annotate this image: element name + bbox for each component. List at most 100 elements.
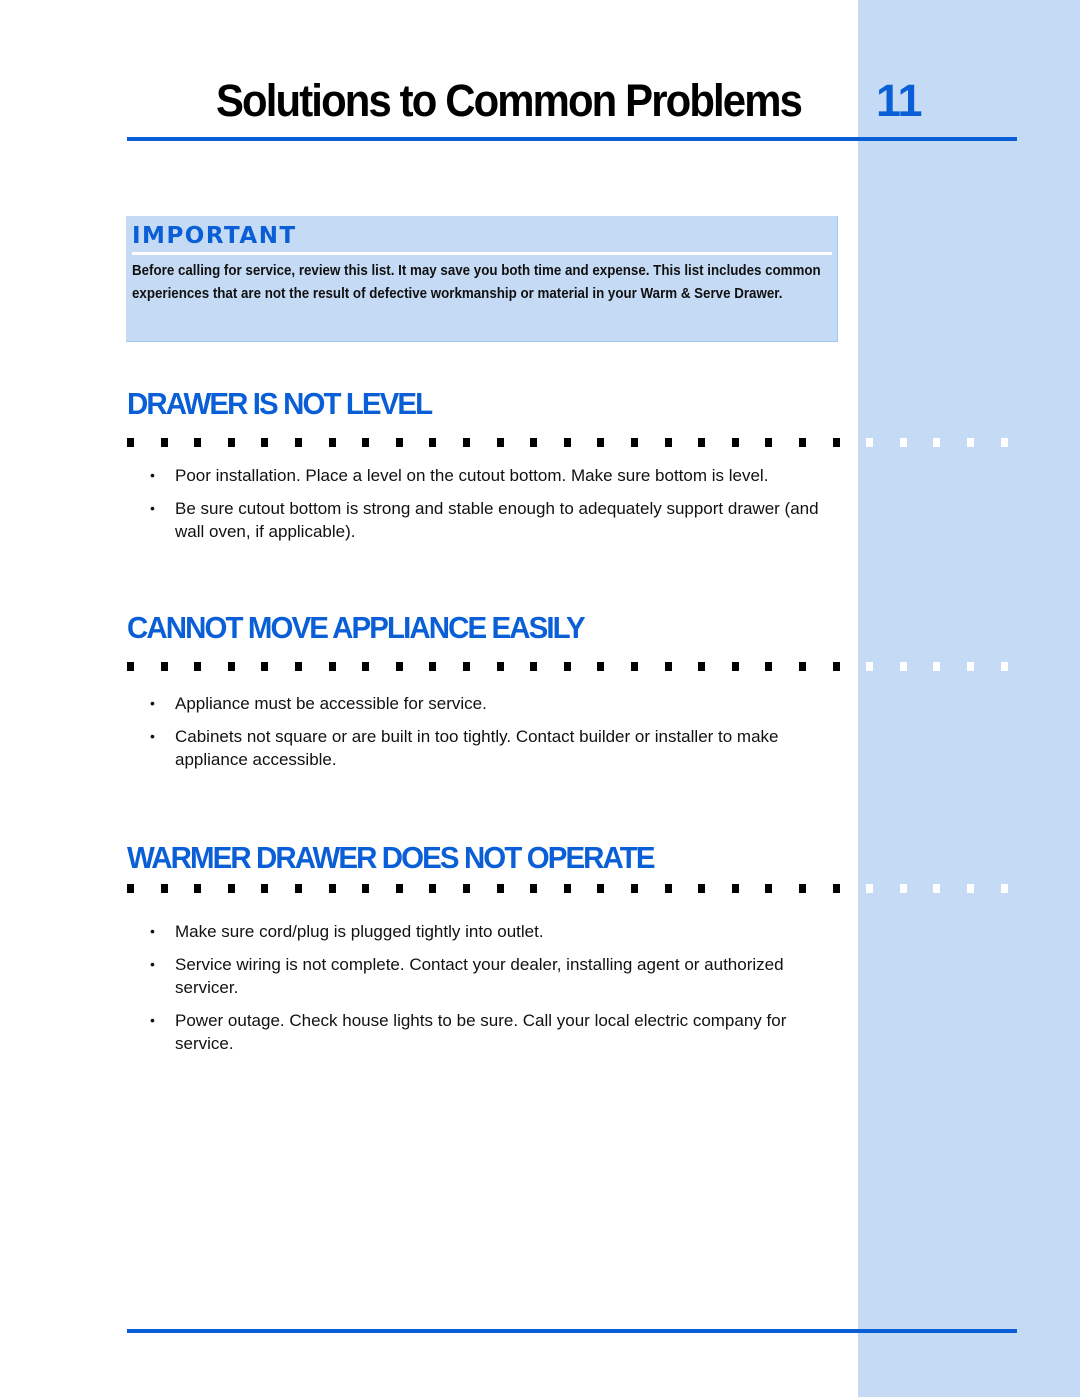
- divider-square: [698, 438, 706, 447]
- divider-square: [933, 884, 941, 893]
- divider-square: [227, 438, 235, 447]
- divider-square: [967, 438, 974, 447]
- dot-divider: [127, 662, 1027, 674]
- divider-square: [261, 884, 269, 893]
- divider-square: [933, 438, 941, 447]
- divider-square: [698, 662, 706, 671]
- bullet-icon: •: [150, 500, 155, 516]
- divider-square: [698, 884, 706, 893]
- divider-square: [295, 438, 302, 447]
- divider-square: [967, 662, 974, 671]
- dot-divider: [127, 438, 1027, 450]
- divider-square: [530, 662, 538, 671]
- divider-square: [429, 884, 437, 893]
- section-list-drawer-not-level: • Poor installation. Place a level on the…: [150, 464, 830, 553]
- divider-square: [530, 438, 538, 447]
- divider-square: [631, 662, 638, 671]
- divider-square: [899, 438, 907, 447]
- divider-square: [597, 438, 605, 447]
- divider-square: [194, 884, 202, 893]
- list-item: • Be sure cutout bottom is strong and sta…: [150, 499, 819, 541]
- divider-square: [1000, 438, 1008, 447]
- divider-square: [429, 438, 437, 447]
- divider-square: [731, 662, 739, 671]
- list-item: • Poor installation. Place a level on the…: [150, 466, 769, 485]
- divider-square: [563, 662, 571, 671]
- bullet-icon: •: [150, 956, 155, 972]
- divider-square: [328, 438, 336, 447]
- divider-square: [664, 884, 672, 893]
- divider-square: [160, 662, 168, 671]
- divider-square: [832, 884, 840, 893]
- footer-rule: [127, 1329, 1017, 1333]
- divider-square: [832, 662, 840, 671]
- page-number: 11: [876, 75, 923, 126]
- divider-square: [899, 884, 907, 893]
- divider-square: [362, 884, 370, 893]
- divider-square: [597, 884, 605, 893]
- list-item: • Appliance must be accessible for servic…: [150, 694, 487, 713]
- divider-square: [664, 438, 672, 447]
- divider-square: [631, 438, 638, 447]
- divider-square: [933, 662, 941, 671]
- divider-square: [799, 662, 806, 671]
- divider-square: [496, 438, 504, 447]
- divider-square: [866, 662, 874, 671]
- divider-square: [127, 662, 134, 671]
- header-rule: [127, 137, 1017, 141]
- divider-square: [227, 884, 235, 893]
- divider-square: [395, 438, 403, 447]
- divider-square: [261, 438, 269, 447]
- divider-square: [799, 438, 806, 447]
- divider-square: [295, 884, 302, 893]
- important-divider: [132, 252, 832, 255]
- list-item: • Service wiring is not complete. Contact…: [150, 955, 784, 997]
- section-list-warmer-drawer-not-operate: • Make sure cord/plug is plugged tightly …: [150, 920, 830, 1065]
- divider-square: [496, 884, 504, 893]
- divider-square: [261, 662, 269, 671]
- divider-square: [463, 884, 470, 893]
- divider-square: [463, 662, 470, 671]
- divider-square: [328, 662, 336, 671]
- divider-square: [597, 662, 605, 671]
- divider-square: [295, 662, 302, 671]
- bullet-icon: •: [150, 467, 155, 483]
- section-list-cannot-move-appliance: • Appliance must be accessible for servic…: [150, 692, 830, 781]
- list-item: • Power outage. Check house lights to be …: [150, 1011, 787, 1053]
- bullet-icon: •: [150, 1012, 155, 1028]
- section-heading-warmer-drawer-not-operate: WARMER DRAWER DOES NOT OPERATE: [127, 840, 655, 875]
- page-title: Solutions to Common Problems: [216, 75, 803, 126]
- divider-square: [866, 438, 874, 447]
- divider-square: [832, 438, 840, 447]
- divider-square: [765, 884, 773, 893]
- bullet-icon: •: [150, 728, 155, 744]
- divider-square: [664, 662, 672, 671]
- bullet-icon: •: [150, 695, 155, 711]
- divider-square: [899, 662, 907, 671]
- section-heading-drawer-not-level: DRAWER IS NOT LEVEL: [127, 386, 433, 421]
- divider-square: [496, 662, 504, 671]
- divider-square: [1000, 884, 1008, 893]
- divider-square: [463, 438, 470, 447]
- divider-square: [160, 884, 168, 893]
- list-item: • Make sure cord/plug is plugged tightly …: [150, 922, 544, 941]
- divider-square: [731, 438, 739, 447]
- divider-square: [362, 438, 370, 447]
- important-text: Before calling for service, review this …: [132, 263, 821, 302]
- section-heading-cannot-move-appliance: CANNOT MOVE APPLIANCE EASILY: [127, 610, 586, 645]
- divider-square: [429, 662, 437, 671]
- important-label: IMPORTANT: [132, 223, 297, 249]
- divider-square: [1000, 662, 1008, 671]
- divider-square: [362, 662, 370, 671]
- list-item: • Cabinets not square or are built in too…: [150, 727, 779, 769]
- divider-square: [395, 884, 403, 893]
- divider-square: [127, 438, 134, 447]
- divider-square: [799, 884, 806, 893]
- divider-square: [631, 884, 638, 893]
- page-sidebar-band: [858, 0, 1080, 1397]
- divider-square: [395, 662, 403, 671]
- divider-square: [127, 884, 134, 893]
- dot-divider: [127, 884, 1027, 896]
- important-notice: IMPORTANT Before calling for service, re…: [126, 216, 838, 342]
- divider-square: [765, 662, 773, 671]
